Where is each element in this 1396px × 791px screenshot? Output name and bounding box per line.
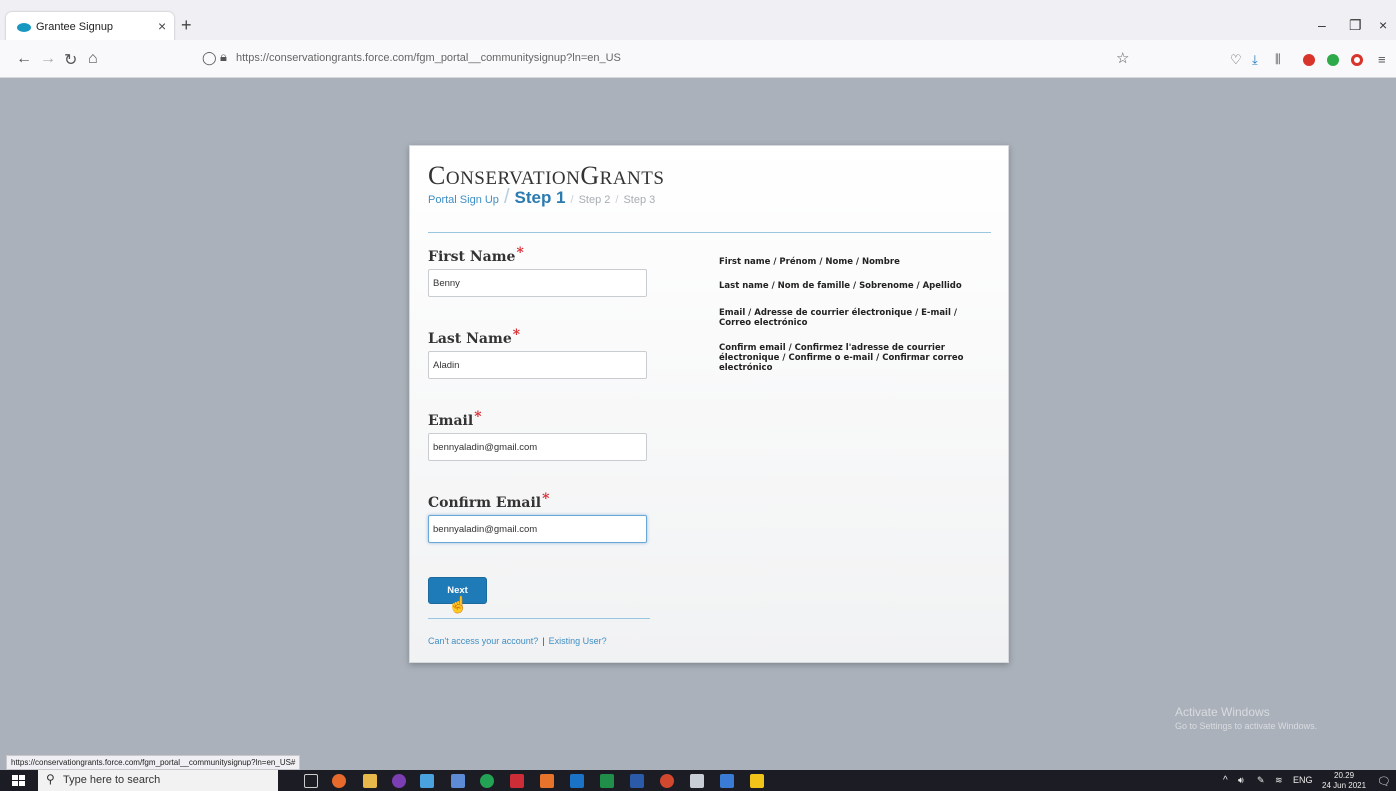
breadcrumb-step-3: Step 3	[623, 194, 656, 206]
taskbar-search-box[interactable]: ⚲ Type here to search	[38, 770, 278, 791]
browser-nav-bar: ← → ↻ ⌂ ◯ 🔒︎ https://conservationgrants.…	[0, 40, 1396, 78]
bookmark-star-icon[interactable]: ☆	[1116, 49, 1129, 67]
language-indicator[interactable]: ENG	[1293, 775, 1313, 785]
clock-date: 24 Jun 2021	[1322, 781, 1367, 790]
tracking-shield-icon[interactable]: ◯	[202, 50, 217, 66]
firefox-icon[interactable]	[332, 774, 346, 788]
file-explorer-icon[interactable]	[363, 774, 377, 788]
sticky-notes-icon[interactable]	[750, 774, 764, 788]
menu-icon[interactable]: ≡	[1378, 52, 1386, 67]
help-email: Email / Adresse de courrier électronique…	[719, 308, 957, 328]
volume-icon[interactable]: 🔊︎	[1238, 775, 1244, 786]
email-input[interactable]	[428, 433, 647, 461]
new-tab-button[interactable]: +	[181, 15, 192, 36]
snipping-tool-icon[interactable]	[420, 774, 434, 788]
clock-time: 20.29	[1334, 771, 1355, 780]
first-name-label: First Name*	[428, 245, 524, 265]
breadcrumb-separator: /	[615, 194, 619, 206]
first-name-input[interactable]	[428, 269, 647, 297]
forward-icon[interactable]: →	[40, 50, 56, 68]
last-name-input[interactable]	[428, 351, 647, 379]
breadcrumb-portal-signup: Portal Sign Up	[428, 194, 499, 206]
mendeley-icon[interactable]	[510, 774, 524, 788]
breadcrumb: Portal Sign Up / Step 1/Step 2/Step 3	[428, 186, 655, 209]
help-last-name: Last name / Nom de famille / Sobrenome /…	[719, 281, 962, 291]
home-icon[interactable]: ⌂	[88, 50, 98, 68]
tray-chevron-icon[interactable]: ^	[1223, 775, 1228, 786]
watermark-subtitle: Go to Settings to activate Windows.	[1175, 721, 1318, 731]
windows-start-icon[interactable]	[12, 775, 25, 787]
existing-user-link[interactable]: Existing User?	[549, 636, 607, 646]
window-close-button[interactable]: ×	[1379, 17, 1387, 33]
taskbar-clock[interactable]: 20.29 24 Jun 2021	[1322, 771, 1366, 791]
pdf-reader-icon[interactable]	[540, 774, 554, 788]
adblock-icon[interactable]	[1303, 54, 1315, 66]
breadcrumb-separator: /	[570, 194, 574, 206]
task-view-icon[interactable]	[304, 774, 318, 788]
extension-green-icon[interactable]	[1327, 54, 1339, 66]
notifications-icon[interactable]: 🗨︎	[1377, 775, 1391, 788]
search-icon: ⚲	[46, 772, 55, 786]
last-name-label: Last Name*	[428, 327, 521, 347]
taskbar-search-placeholder: Type here to search	[63, 774, 161, 786]
url-text[interactable]: https://conservationgrants.force.com/fgm…	[236, 52, 621, 64]
required-asterisk: *	[542, 491, 550, 507]
confirm-email-input[interactable]	[428, 515, 647, 543]
breadcrumb-step-1: Step 1	[514, 188, 566, 207]
downloads-icon[interactable]: ⤓	[1252, 52, 1258, 68]
qgis-icon[interactable]	[480, 774, 494, 788]
link-separator: |	[542, 636, 545, 646]
reload-icon[interactable]: ↻	[64, 50, 77, 70]
pen-icon[interactable]: ✎	[1257, 775, 1265, 786]
confirm-email-label: Confirm Email*	[428, 491, 550, 511]
word-icon[interactable]	[630, 774, 644, 788]
calendar-icon[interactable]	[720, 774, 734, 788]
footer-divider	[428, 618, 650, 619]
status-url-tooltip: https://conservationgrants.force.com/fgm…	[6, 755, 301, 770]
header-divider	[428, 232, 991, 233]
tab-title: Grantee Signup	[36, 21, 114, 33]
email-label: Email*	[428, 409, 482, 429]
paint-icon[interactable]	[451, 774, 465, 788]
account-links: Can't access your account? | Existing User…	[428, 636, 607, 646]
breadcrumb-step-2: Step 2	[578, 194, 611, 206]
tor-browser-icon[interactable]	[392, 774, 406, 788]
library-icon[interactable]: ⫼	[1275, 52, 1281, 67]
signup-card: CONSERVATIONGRANTS Portal Sign Up / Step 1…	[409, 145, 1009, 663]
salesforce-cloud-icon	[17, 23, 31, 32]
pocket-icon[interactable]: ♡	[1230, 52, 1242, 68]
watermark-title: Activate Windows	[1175, 705, 1270, 719]
extension-record-icon[interactable]	[1351, 54, 1363, 66]
network-icon[interactable]: ≋	[1275, 775, 1283, 786]
activate-windows-watermark: Activate Windows Go to Settings to activ…	[1175, 705, 1317, 731]
required-asterisk: *	[516, 245, 524, 261]
help-confirm-email: Confirm email / Confirmez l'adresse de c…	[719, 343, 964, 373]
outlook-icon[interactable]	[570, 774, 584, 788]
address-bar[interactable]: ◯ 🔒︎ https://conservationgrants.force.co…	[200, 46, 1140, 72]
excel-icon[interactable]	[600, 774, 614, 788]
restore-button[interactable]: ❐	[1349, 17, 1362, 34]
minimize-button[interactable]: –	[1318, 17, 1326, 33]
required-asterisk: *	[512, 327, 521, 343]
breadcrumb-separator: /	[503, 186, 510, 208]
hand-cursor-icon: ☝	[448, 597, 468, 614]
powerpoint-icon[interactable]	[660, 774, 674, 788]
cant-access-account-link[interactable]: Can't access your account?	[428, 636, 538, 646]
calculator-icon[interactable]	[690, 774, 704, 788]
browser-tab-bar: Grantee Signup × + – ❐ ×	[0, 0, 1396, 44]
help-first-name: First name / Prénom / Nome / Nombre	[719, 257, 900, 267]
back-icon[interactable]: ←	[16, 50, 32, 68]
tab-close-icon[interactable]: ×	[158, 18, 166, 34]
windows-taskbar: ⚲ Type here to search ^ 🔊︎ ✎ ≋ ENG 20.29…	[0, 770, 1396, 791]
required-asterisk: *	[474, 409, 482, 425]
lock-icon[interactable]: 🔒︎	[220, 49, 227, 65]
